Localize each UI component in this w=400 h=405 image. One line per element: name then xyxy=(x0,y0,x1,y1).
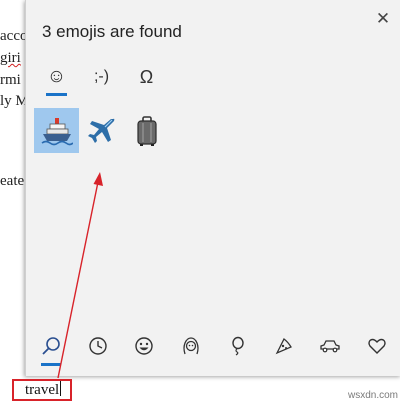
search-query: travel xyxy=(25,382,60,398)
search-input-text[interactable]: travel xyxy=(25,381,62,399)
annotation-arrow xyxy=(57,172,103,379)
watermark: wsxdn.com xyxy=(348,390,399,401)
text-caret xyxy=(60,381,62,396)
